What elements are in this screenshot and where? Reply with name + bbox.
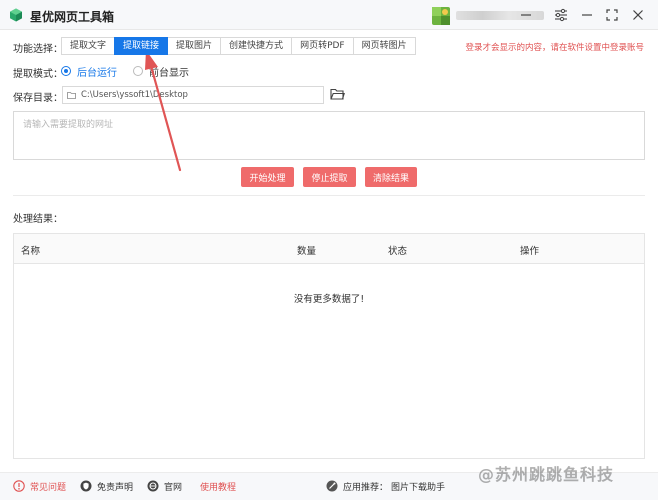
column-actions: 操作 <box>520 246 540 257</box>
clear-results-button[interactable]: 清除结果 <box>365 167 417 187</box>
website-link[interactable]: 官网 <box>147 479 182 493</box>
empty-table-message: 没有更多数据了! <box>293 294 365 305</box>
recommend-label: 应用推荐： <box>343 482 389 493</box>
radio-background-run[interactable]: 后台运行 <box>61 65 117 79</box>
results-table: 名称 数量 状态 操作 没有更多数据了! <box>13 233 645 459</box>
browse-folder-icon[interactable] <box>330 87 345 101</box>
results-table-header: 名称 数量 状态 操作 <box>14 234 644 264</box>
save-path-input[interactable] <box>62 86 324 104</box>
faq-link[interactable]: 常见问题 <box>13 479 66 493</box>
user-avatar[interactable] <box>432 7 450 25</box>
settings-sliders-icon[interactable] <box>553 7 569 23</box>
app-title: 星优网页工具箱 <box>30 10 115 24</box>
tab-web-to-image[interactable]: 网页转图片 <box>352 37 416 55</box>
tab-extract-images[interactable]: 提取图片 <box>167 37 222 55</box>
tab-extract-text[interactable]: 提取文字 <box>61 37 116 55</box>
stop-extract-button[interactable]: 停止提取 <box>303 167 356 187</box>
close-icon[interactable] <box>630 7 646 23</box>
radio-unselected-icon <box>133 66 143 76</box>
radio-selected-icon <box>61 66 71 76</box>
results-label: 处理结果： <box>13 214 63 225</box>
function-select-label: 功能选择： <box>13 44 63 55</box>
save-dir-label: 保存目录： <box>13 93 63 104</box>
title-bar: 星优网页工具箱 <box>0 0 658 30</box>
tutorial-link[interactable]: 使用教程 <box>200 479 236 493</box>
column-count: 数量 <box>297 246 317 257</box>
radio-label: 后台运行 <box>77 67 117 79</box>
disclaimer-link[interactable]: 免责声明 <box>80 479 133 493</box>
column-name: 名称 <box>21 246 41 257</box>
login-hint: 登录才会显示的内容，请在软件设置中登录账号 <box>465 43 644 53</box>
disclaimer-label: 免责声明 <box>97 482 134 493</box>
function-tabs: 提取文字 提取链接 提取图片 创建快捷方式 网页转PDF 网页转图片 <box>61 37 416 55</box>
tab-extract-links[interactable]: 提取链接 <box>114 37 169 55</box>
globe-icon <box>147 480 159 492</box>
recommend-app-name: 图片下载助手 <box>391 482 446 493</box>
help-icon <box>13 480 25 492</box>
maximize-icon[interactable] <box>604 7 620 23</box>
folder-outline-icon <box>67 92 76 99</box>
watermark: @苏州跳跳鱼科技 <box>478 465 615 484</box>
radio-label: 前台显示 <box>149 67 189 79</box>
minimize-window-icon[interactable] <box>579 7 595 23</box>
faq-label: 常见问题 <box>30 482 67 493</box>
app-recommend[interactable]: 应用推荐： 图片下载助手 <box>326 479 445 493</box>
column-status: 状态 <box>388 246 408 257</box>
section-divider <box>13 195 645 196</box>
tab-web-to-pdf[interactable]: 网页转PDF <box>291 37 354 55</box>
extract-mode-label: 提取模式： <box>13 69 63 80</box>
minimize-icon[interactable] <box>518 7 534 23</box>
radio-foreground-show[interactable]: 前台显示 <box>133 65 189 79</box>
shield-icon <box>80 480 92 492</box>
start-process-button[interactable]: 开始处理 <box>241 167 294 187</box>
tutorial-label: 使用教程 <box>200 482 237 493</box>
app-logo-icon <box>10 8 22 22</box>
website-label: 官网 <box>164 482 183 493</box>
tab-create-shortcut[interactable]: 创建快捷方式 <box>220 37 293 55</box>
url-input[interactable] <box>13 111 645 160</box>
recommend-icon <box>326 480 338 492</box>
